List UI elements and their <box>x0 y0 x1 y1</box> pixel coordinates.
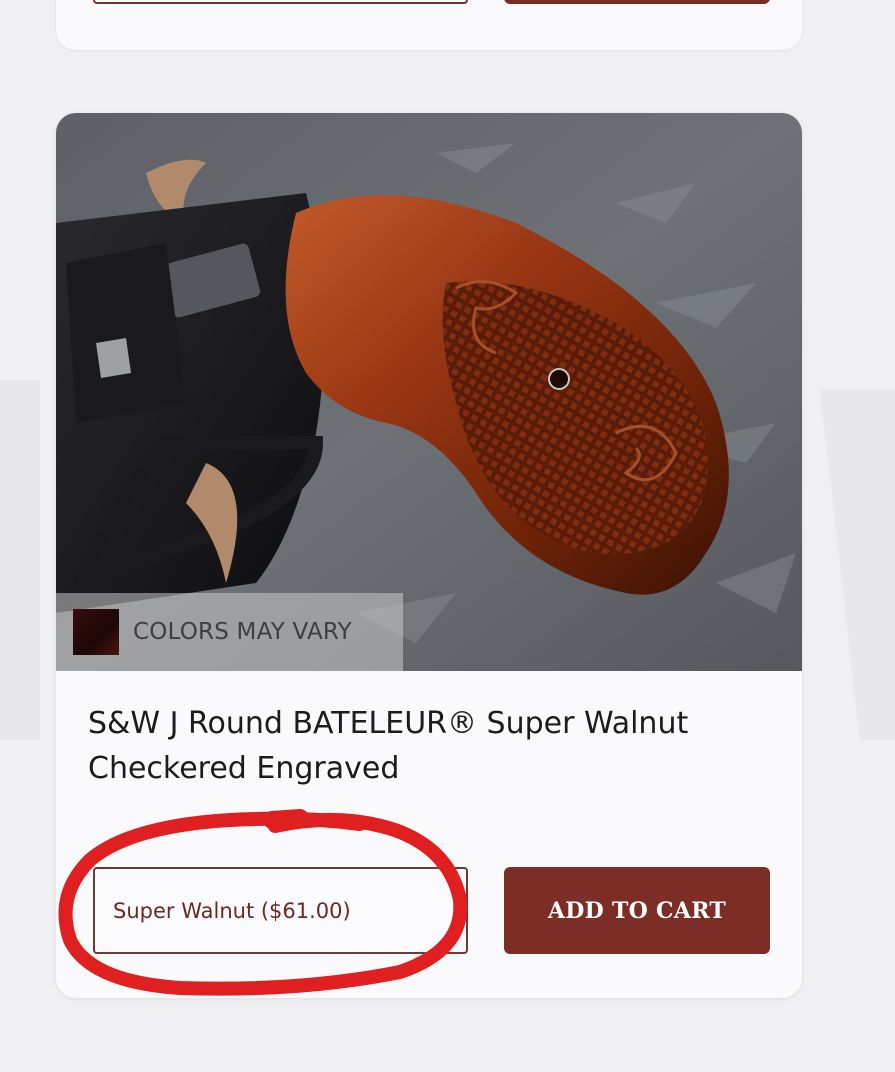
revolver-grip-photo <box>56 113 802 671</box>
previous-add-to-cart-button[interactable] <box>504 0 770 4</box>
product-title[interactable]: S&W J Round BATELEUR® Super Walnut Check… <box>88 701 768 791</box>
color-swatch-icon <box>73 609 119 655</box>
colors-may-vary-badge: COLORS MAY VARY <box>56 593 403 671</box>
page: COLORS MAY VARY S&W J Round BATELEUR® Su… <box>0 0 895 1072</box>
variant-select[interactable]: Super Walnut ($61.00) <box>93 867 468 954</box>
previous-variant-select[interactable] <box>93 0 468 4</box>
previous-product-card <box>56 0 802 50</box>
selected-variant-value: Super Walnut ($61.00) <box>113 898 351 923</box>
add-to-cart-label: ADD TO CART <box>547 897 727 924</box>
add-to-cart-button[interactable]: ADD TO CART <box>504 867 770 954</box>
product-card: COLORS MAY VARY S&W J Round BATELEUR® Su… <box>56 113 802 998</box>
colors-may-vary-text: COLORS MAY VARY <box>133 619 352 645</box>
product-image[interactable]: COLORS MAY VARY <box>56 113 802 671</box>
